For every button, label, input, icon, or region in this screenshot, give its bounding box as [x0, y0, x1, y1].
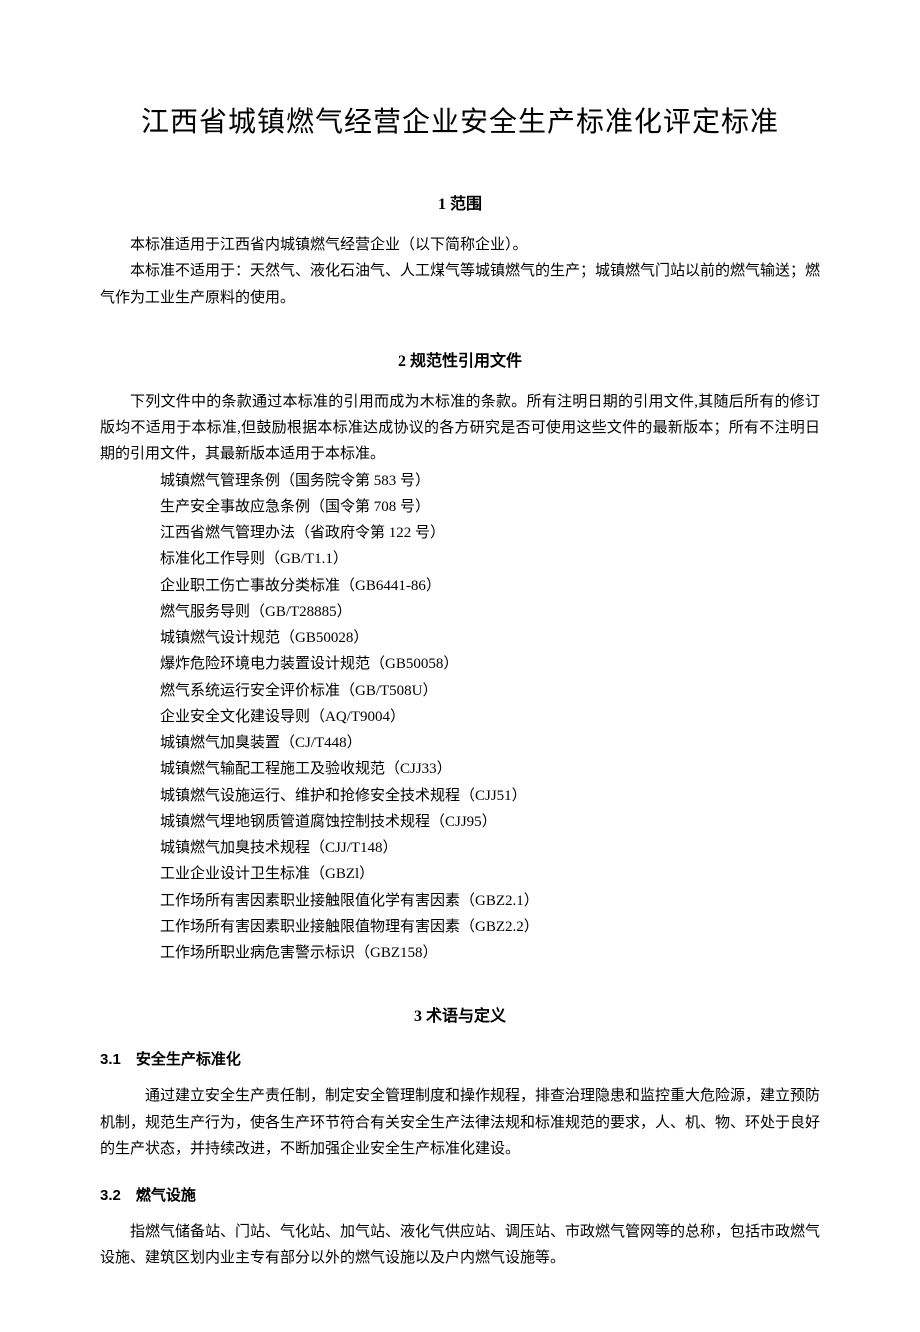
- subsection-3-1-heading: 3.1 安全生产标准化: [100, 1048, 820, 1069]
- section-2-intro: 下列文件中的条款通过本标准的引用而成为木标准的条款。所有注明日期的引用文件,其随…: [100, 389, 820, 468]
- reference-item: 城镇燃气设施运行、维护和抢修安全技术规程（CJJ51）: [100, 783, 820, 809]
- subsection-3-2-heading: 3.2 燃气设施: [100, 1184, 820, 1205]
- reference-item: 企业职工伤亡事故分类标准（GB6441-86）: [100, 573, 820, 599]
- reference-item: 江西省燃气管理办法（省政府令第 122 号）: [100, 520, 820, 546]
- section-1-heading: 1 范围: [100, 190, 820, 214]
- reference-list: 城镇燃气管理条例（国务院令第 583 号） 生产安全事故应急条例（国令第 708…: [100, 468, 820, 967]
- reference-item: 燃气服务导则（GB/T28885）: [100, 599, 820, 625]
- reference-item: 标准化工作导则（GB/T1.1）: [100, 546, 820, 572]
- s3-1-paragraph: 通过建立安全生产责任制，制定安全管理制度和操作规程，排查治理隐患和监控重大危险源…: [100, 1083, 820, 1162]
- s2-intro-paragraph: 下列文件中的条款通过本标准的引用而成为木标准的条款。所有注明日期的引用文件,其随…: [100, 389, 820, 468]
- reference-item: 工作场所有害因素职业接触限值物理有害因素（GBZ2.2）: [100, 914, 820, 940]
- subsection-3-2-body: 指燃气储备站、门站、气化站、加气站、液化气供应站、调压站、市政燃气管网等的总称，…: [100, 1219, 820, 1272]
- reference-item: 城镇燃气加臭技术规程（CJJ/T148）: [100, 835, 820, 861]
- subsection-3-1-body: 通过建立安全生产责任制，制定安全管理制度和操作规程，排查治理隐患和监控重大危险源…: [100, 1083, 820, 1162]
- section-3-heading: 3 术语与定义: [100, 1002, 820, 1026]
- section-2-heading: 2 规范性引用文件: [100, 347, 820, 371]
- reference-item: 城镇燃气加臭装置（CJ/T448）: [100, 730, 820, 756]
- reference-item: 工作场所职业病危害警示标识（GBZ158）: [100, 940, 820, 966]
- reference-item: 工业企业设计卫生标准（GBZl）: [100, 861, 820, 887]
- s1-paragraph-2: 本标准不适用于：天然气、液化石油气、人工煤气等城镇燃气的生产；城镇燃气门站以前的…: [100, 258, 820, 311]
- reference-item: 城镇燃气输配工程施工及验收规范（CJJ33）: [100, 756, 820, 782]
- reference-item: 企业安全文化建设导则（AQ/T9004）: [100, 704, 820, 730]
- reference-item: 城镇燃气管理条例（国务院令第 583 号）: [100, 468, 820, 494]
- reference-item: 爆炸危险环境电力装置设计规范（GB50058）: [100, 651, 820, 677]
- reference-item: 工作场所有害因素职业接触限值化学有害因素（GBZ2.1）: [100, 888, 820, 914]
- reference-item: 生产安全事故应急条例（国令第 708 号）: [100, 494, 820, 520]
- reference-item: 燃气系统运行安全评价标准（GB/T508U）: [100, 678, 820, 704]
- section-1-body: 本标准适用于江西省内城镇燃气经营企业（以下简称企业）。 本标准不适用于：天然气、…: [100, 232, 820, 311]
- reference-item: 城镇燃气埋地钢质管道腐蚀控制技术规程（CJJ95）: [100, 809, 820, 835]
- reference-item: 城镇燃气设计规范（GB50028）: [100, 625, 820, 651]
- document-title: 江西省城镇燃气经营企业安全生产标准化评定标准: [100, 100, 820, 140]
- s3-2-paragraph: 指燃气储备站、门站、气化站、加气站、液化气供应站、调压站、市政燃气管网等的总称，…: [100, 1219, 820, 1272]
- s1-paragraph-1: 本标准适用于江西省内城镇燃气经营企业（以下简称企业）。: [100, 232, 820, 258]
